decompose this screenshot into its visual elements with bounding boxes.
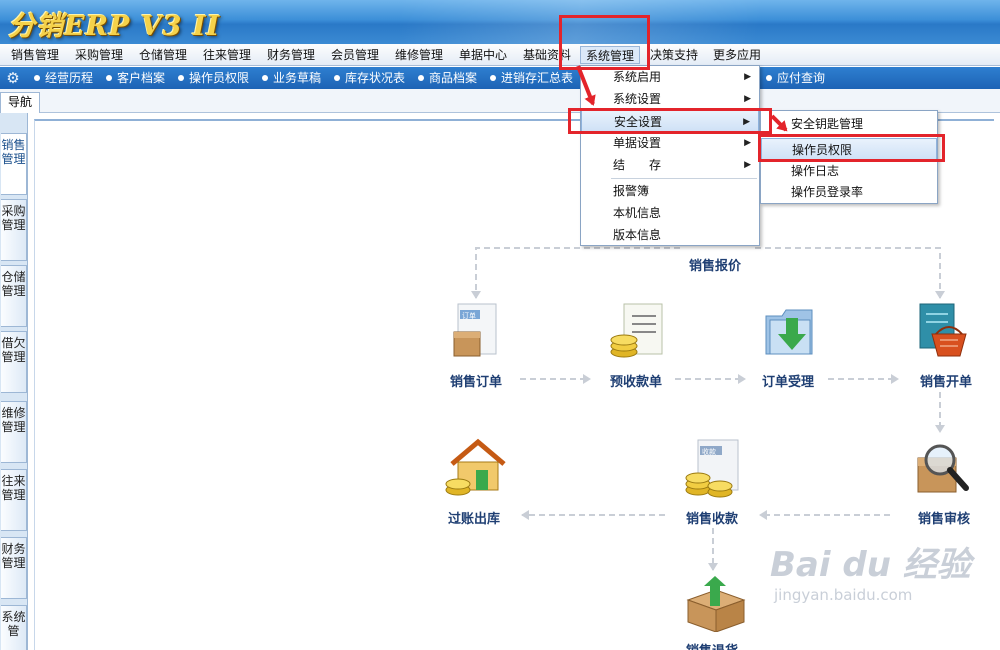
watermark-brand: Bai du 经验 <box>770 545 971 585</box>
annotation-arrow-2 <box>770 114 788 132</box>
watermark-url: jingyan.baidu.com <box>774 586 913 604</box>
annotation-arrow-1 <box>576 65 596 106</box>
baidu-watermark: Bai du 经验 jingyan.baidu.com <box>770 545 971 605</box>
erp-window: 分销ERP V3 II 销售管理 采购管理 仓储管理 往来管理 财务管理 会员管… <box>0 0 1000 650</box>
